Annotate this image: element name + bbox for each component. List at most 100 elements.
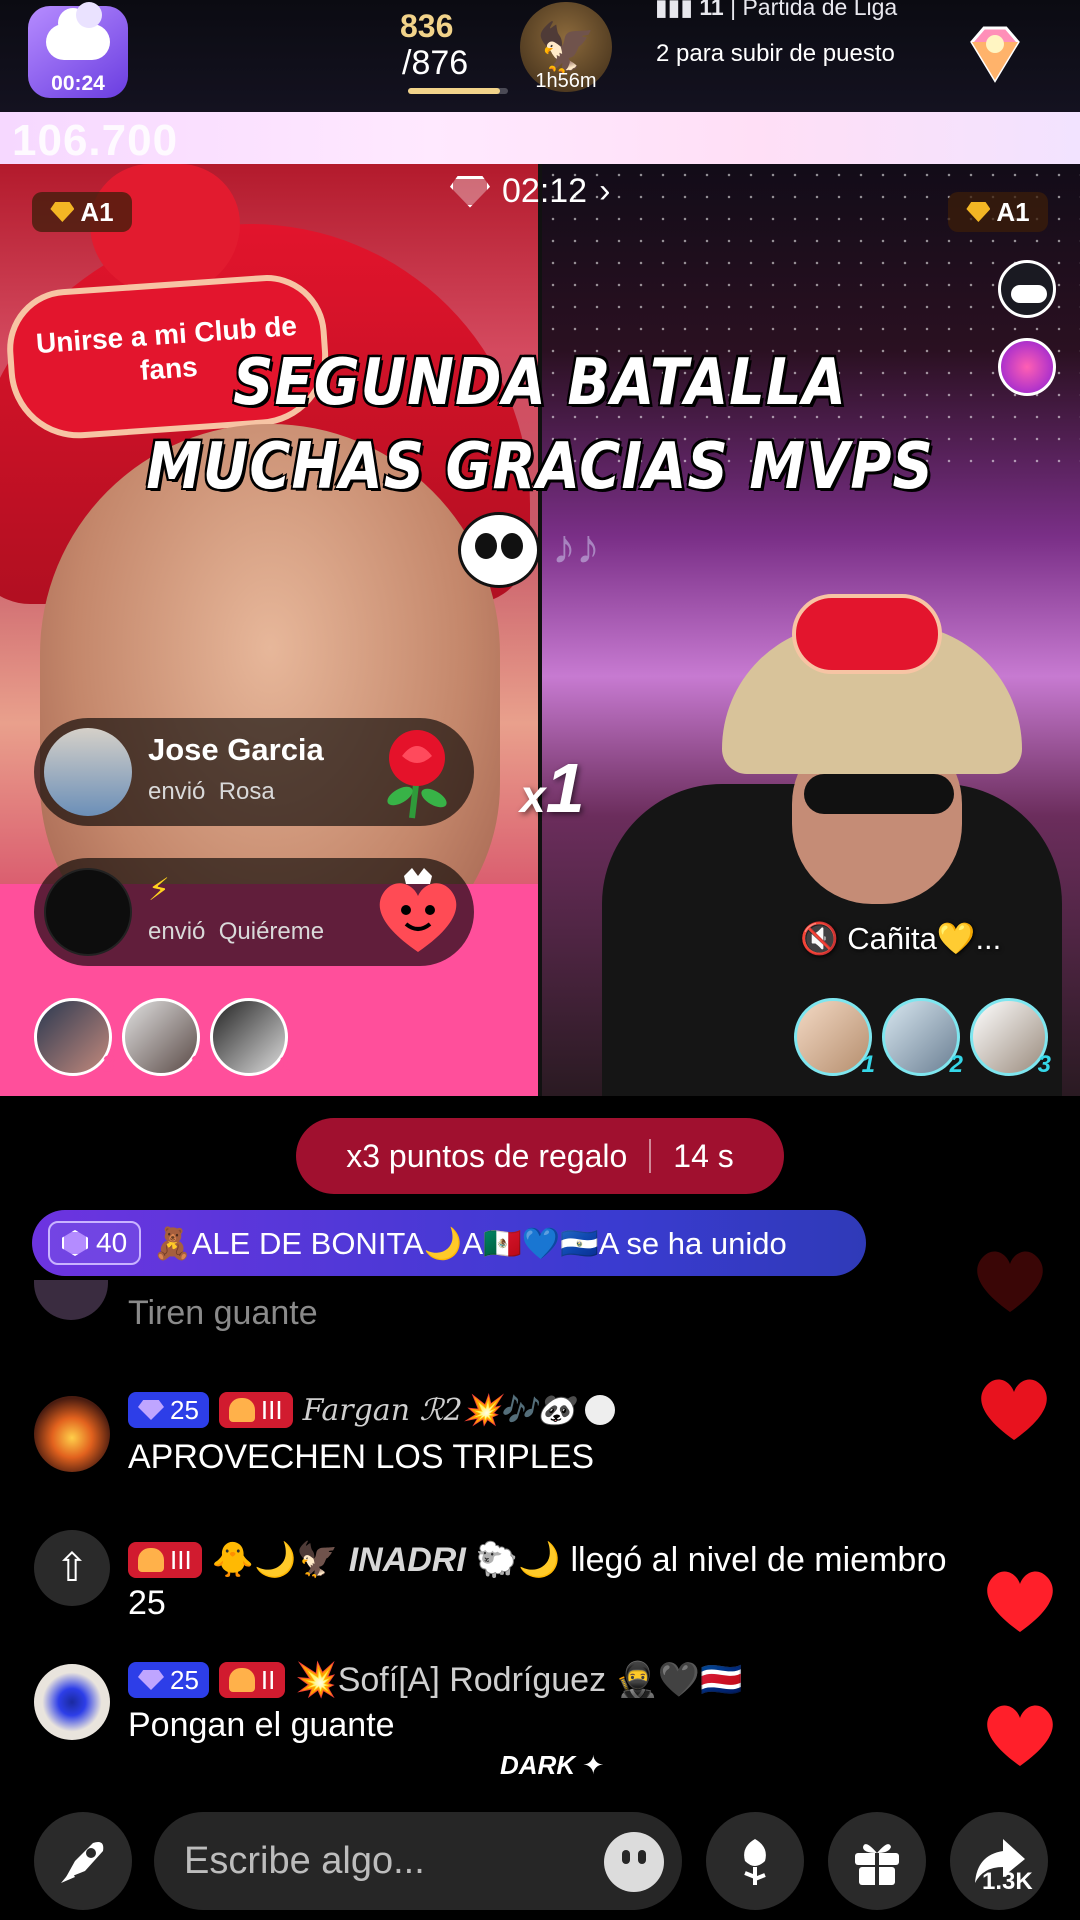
user-level-badge: 40 — [48, 1221, 142, 1265]
comment-box[interactable] — [154, 1812, 682, 1910]
bar-chart-icon: ▮▮▮ — [655, 0, 700, 20]
right-badge-label: A1 — [996, 196, 1030, 227]
user-level-badge: 25 — [128, 1392, 209, 1428]
fan-level: III — [260, 1394, 283, 1425]
join-text: 🧸ALE DE BONITA🌙A🇲🇽💙🇸🇻A se ha unido — [153, 1225, 787, 1261]
right-rank-badge[interactable]: A1 — [948, 192, 1048, 232]
fan-club-badge: III — [218, 1392, 293, 1428]
top-gifter-rank: 2 — [189, 1051, 203, 1078]
join-notification: 40 🧸ALE DE BONITA🌙A🇲🇽💙🇸🇻A se ha unido — [32, 1210, 866, 1276]
top-gifter-rank: 3 — [101, 1051, 115, 1078]
rose-bottom-icon — [744, 1839, 766, 1885]
user-level-badge: 25 — [128, 1662, 209, 1698]
gift-description: envió Quiéreme — [148, 918, 324, 946]
heart-badge-icon — [138, 1548, 164, 1572]
top-gifter-avatar[interactable]: 2 — [122, 998, 203, 1078]
muted-streamer-label[interactable]: 🔇 Cañita💛... — [800, 920, 1001, 957]
chat-message-text-continued: 25 — [128, 1584, 166, 1622]
user-level: 40 — [96, 1227, 128, 1258]
rocket-icon — [61, 1842, 104, 1883]
gem-icon — [138, 1670, 164, 1690]
heart-icon[interactable] — [982, 1566, 1058, 1634]
overlay-title-line1: SEGUNDA BATALLA — [233, 345, 847, 420]
emoji-icon[interactable] — [604, 1832, 664, 1892]
chevron-right-icon: › — [599, 172, 611, 210]
level-gem-icon — [62, 1230, 88, 1256]
rose-icon — [387, 730, 447, 819]
stream-timer: 00:24 — [51, 72, 105, 95]
battle-divider — [538, 164, 542, 1096]
avatar[interactable] — [44, 868, 132, 956]
heart-gift-icon — [379, 868, 457, 952]
heart-icon[interactable] — [982, 1700, 1058, 1768]
chat-username-suffix: 🐑🌙 — [475, 1541, 561, 1579]
league-rank: 11 — [699, 0, 724, 20]
top-gifter-rank: 1 — [861, 1051, 875, 1078]
overlay-title-line2: MUCHAS GRACIAS MVPS — [146, 429, 934, 504]
gift-multiplier-pill[interactable]: x3 puntos de regalo 14 s — [296, 1118, 784, 1194]
fan-level: III — [170, 1544, 192, 1575]
gift-name: Rosa — [218, 778, 275, 805]
top-gifter-avatar[interactable]: 3 — [970, 998, 1051, 1078]
heart-icon — [977, 1251, 1043, 1312]
top-gifter-avatar[interactable]: 3 — [34, 998, 115, 1078]
score-total: /876 — [402, 44, 469, 82]
diamond-icon[interactable] — [960, 20, 1030, 90]
gift-name: Quiéreme — [218, 918, 325, 945]
side-cloud-icon[interactable] — [998, 260, 1056, 318]
stream-cloud-badge[interactable]: 00:24 — [28, 2, 128, 98]
eagle-timer: 1h56m — [535, 70, 597, 92]
level-up-icon: ⇧ — [34, 1530, 110, 1606]
top-bar: 00:24 836 /876 🦅 1h56m ▮▮▮ 11 | Partida … — [0, 0, 1080, 112]
chat-username[interactable]: Fargan ℛ2💥🎶🐼 — [303, 1393, 575, 1428]
chat-message-text: Pongan el guante — [128, 1706, 395, 1744]
user-icon — [584, 1395, 615, 1425]
multiplier-label: x3 puntos de regalo — [346, 1137, 628, 1174]
sunglasses — [804, 774, 954, 814]
left-rank-badge[interactable]: A1 — [32, 192, 132, 232]
gift-sender-name: Jose Garcia — [148, 732, 324, 767]
avatar[interactable] — [34, 1396, 110, 1472]
left-badge-label: A1 — [80, 196, 114, 227]
chat-message-header: 25 II 💥Sofí[A] Rodríguez 🥷🖤🇨🇷 — [128, 1660, 743, 1700]
chat-message-text: APROVECHEN LOS TRIPLES — [128, 1438, 595, 1476]
fan-club-badge: II — [218, 1662, 286, 1698]
diamond-outline-icon — [450, 175, 490, 208]
cloud-icon — [46, 2, 110, 60]
multiplier-separator — [649, 1139, 652, 1173]
rose-button[interactable] — [706, 1812, 804, 1910]
score-progress-bar — [408, 88, 508, 94]
gift-button[interactable] — [828, 1812, 926, 1910]
heart-icon[interactable] — [976, 1374, 1052, 1442]
top-gifter-avatar[interactable]: 2 — [882, 998, 963, 1078]
top-gifter-avatar[interactable]: 1 — [794, 998, 875, 1078]
top-gifter-rank: 3 — [1037, 1051, 1051, 1078]
league-name: Partida de Liga — [742, 0, 898, 20]
battle-points: 106.700 — [12, 116, 179, 165]
avatar[interactable] — [34, 1664, 110, 1740]
heart-badge-icon — [228, 1668, 255, 1692]
bottom-bar: 1.3K — [0, 1804, 1080, 1920]
chat-username-prefix: 🐥🌙🦅 — [211, 1541, 339, 1579]
share-count: 1.3K — [982, 1868, 1033, 1895]
chat-message-header: 25 III Fargan ℛ2💥🎶🐼 — [128, 1392, 615, 1428]
score-progress-fill — [408, 88, 500, 94]
fan-level: II — [260, 1664, 276, 1695]
right-club-sign[interactable] — [792, 594, 942, 674]
chat-message-faded: Tiren guante — [128, 1294, 318, 1332]
avatar[interactable] — [34, 1280, 108, 1320]
battle-timer[interactable]: 02:12 › — [450, 172, 610, 211]
chat-message-text: llegó al nivel de miembro — [570, 1540, 947, 1579]
heart-badge-icon — [228, 1398, 255, 1422]
chat-username[interactable]: 💥Sofí[A] Rodríguez 🥷🖤🇨🇷 — [295, 1660, 742, 1700]
league-info[interactable]: ▮▮▮ 11 | Partida de Liga — [655, 0, 897, 21]
chat-username[interactable]: INADRI — [349, 1541, 466, 1580]
avatar[interactable] — [44, 728, 132, 816]
rocket-button[interactable] — [34, 1812, 132, 1910]
comment-input[interactable] — [184, 1834, 564, 1888]
battle-timer-text: 02:12 — [502, 172, 588, 210]
user-level: 25 — [170, 1664, 199, 1695]
top-gifter-avatar[interactable]: 1 — [210, 998, 291, 1078]
mute-icon: 🔇 — [800, 921, 839, 956]
music-notes-icon: ♪♪ — [552, 521, 600, 574]
